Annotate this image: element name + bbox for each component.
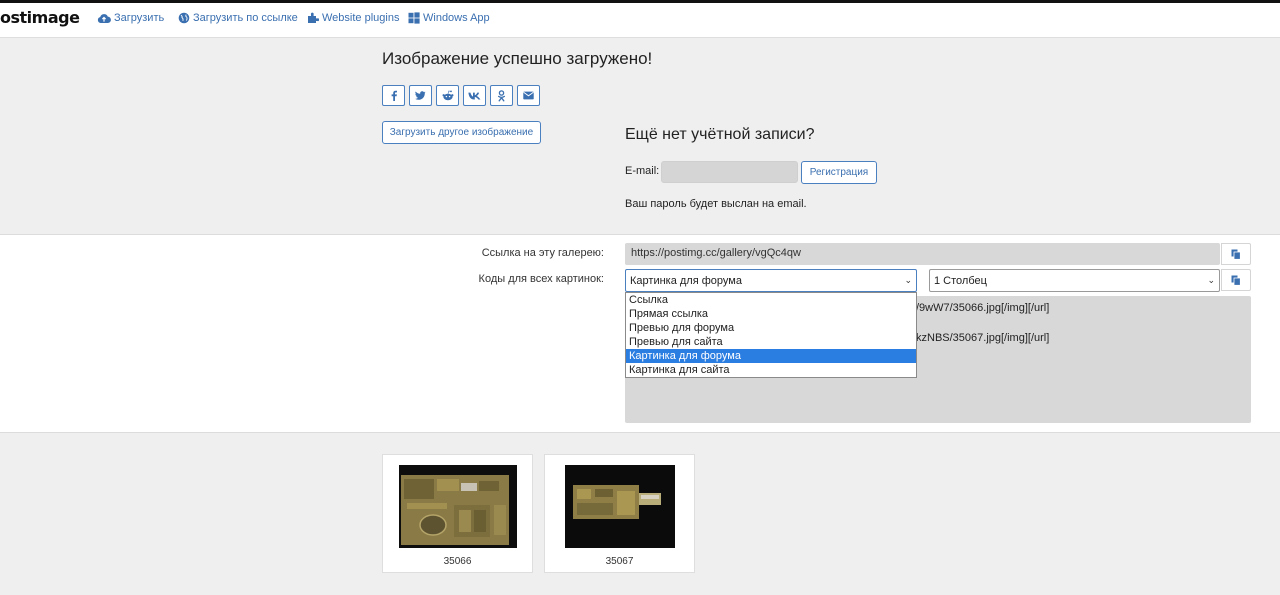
- share-email-button[interactable]: [517, 85, 540, 106]
- share-vk-button[interactable]: [463, 85, 486, 106]
- windows-logo-icon: [408, 12, 420, 24]
- code-line: /9wW7/35066.jpg[/img][/url]: [916, 302, 1050, 314]
- share-facebook-button[interactable]: [382, 85, 405, 106]
- email-label: E-mail:: [625, 165, 660, 177]
- twitter-icon: [415, 90, 426, 100]
- photo-etch-sheet-image: [399, 465, 517, 548]
- code-type-select-value: Картинка для форума: [630, 274, 742, 287]
- globe-icon: [178, 12, 190, 24]
- facebook-icon: [391, 90, 397, 101]
- reddit-icon: [442, 90, 453, 101]
- top-navbar: ostimage Загрузить Загрузить по ссылке W…: [0, 3, 1280, 38]
- dropdown-option-forum-image[interactable]: Картинка для форума: [626, 349, 916, 363]
- nav-upload-label: Загрузить: [114, 12, 165, 24]
- copy-icon: [1231, 249, 1241, 260]
- code-type-dropdown-list: Ссылка Прямая ссылка Превью для форума П…: [625, 292, 917, 378]
- image-thumbnail[interactable]: [565, 465, 675, 548]
- upload-another-image-button[interactable]: Загрузить другое изображение: [382, 121, 541, 144]
- upload-success-title: Изображение успешно загружено!: [382, 49, 653, 68]
- email-icon: [523, 91, 534, 100]
- image-caption: 35067: [605, 556, 634, 567]
- copy-gallery-link-button[interactable]: [1221, 243, 1251, 265]
- nav-website-plugins[interactable]: Website plugins: [307, 12, 399, 24]
- email-field[interactable]: [661, 161, 798, 183]
- password-note: Ваш пароль будет выслан на email.: [625, 198, 807, 210]
- nav-upload-link[interactable]: Загрузить: [97, 12, 164, 24]
- image-card: 35067: [544, 454, 695, 573]
- dropdown-option-direct-link[interactable]: Прямая ссылка: [626, 307, 916, 321]
- share-buttons: [382, 85, 540, 106]
- no-account-heading: Ещё нет учётной записи?: [625, 126, 815, 143]
- dropdown-option-site-thumbnail[interactable]: Превью для сайта: [626, 335, 916, 349]
- odnoklassniki-icon: [497, 89, 506, 101]
- register-button[interactable]: Регистрация: [801, 161, 877, 184]
- image-thumbnail[interactable]: [399, 465, 517, 548]
- nav-windows-app-label: Windows App: [423, 12, 490, 24]
- columns-select[interactable]: 1 Столбец ⌄: [929, 269, 1220, 292]
- image-caption: 35066: [443, 556, 472, 567]
- code-line: kzNBS/35067.jpg[/img][/url]: [916, 332, 1050, 344]
- code-type-select[interactable]: Картинка для форума ⌄: [625, 269, 917, 292]
- nav-windows-app[interactable]: Windows App: [408, 12, 490, 24]
- site-logo[interactable]: ostimage: [0, 8, 80, 27]
- nav-website-plugins-label: Website plugins: [322, 12, 400, 24]
- dropdown-option-link[interactable]: Ссылка: [626, 293, 916, 307]
- image-card: 35066: [382, 454, 533, 573]
- codes-label: Коды для всех картинок:: [478, 273, 604, 285]
- gallery-link-label: Ссылка на эту галерею:: [481, 247, 604, 259]
- copy-codes-button[interactable]: [1221, 269, 1251, 291]
- gallery-link-field[interactable]: https://postimg.cc/gallery/vgQc4qw: [625, 243, 1220, 265]
- share-twitter-button[interactable]: [409, 85, 432, 106]
- nav-upload-by-link[interactable]: Загрузить по ссылке: [178, 12, 298, 24]
- chevron-down-icon: ⌄: [904, 275, 912, 285]
- share-odnoklassniki-button[interactable]: [490, 85, 513, 106]
- nav-upload-by-link-label: Загрузить по ссылке: [193, 12, 298, 24]
- vk-icon: [468, 92, 481, 99]
- photo-etch-sheet-image: [565, 465, 675, 548]
- cloud-upload-icon: [97, 13, 111, 23]
- copy-icon: [1231, 275, 1241, 286]
- share-reddit-button[interactable]: [436, 85, 459, 106]
- dropdown-option-site-image[interactable]: Картинка для сайта: [626, 363, 916, 377]
- puzzle-icon: [308, 12, 319, 23]
- chevron-down-icon: ⌄: [1207, 275, 1215, 285]
- dropdown-option-forum-thumbnail[interactable]: Превью для форума: [626, 321, 916, 335]
- columns-select-value: 1 Столбец: [934, 274, 987, 287]
